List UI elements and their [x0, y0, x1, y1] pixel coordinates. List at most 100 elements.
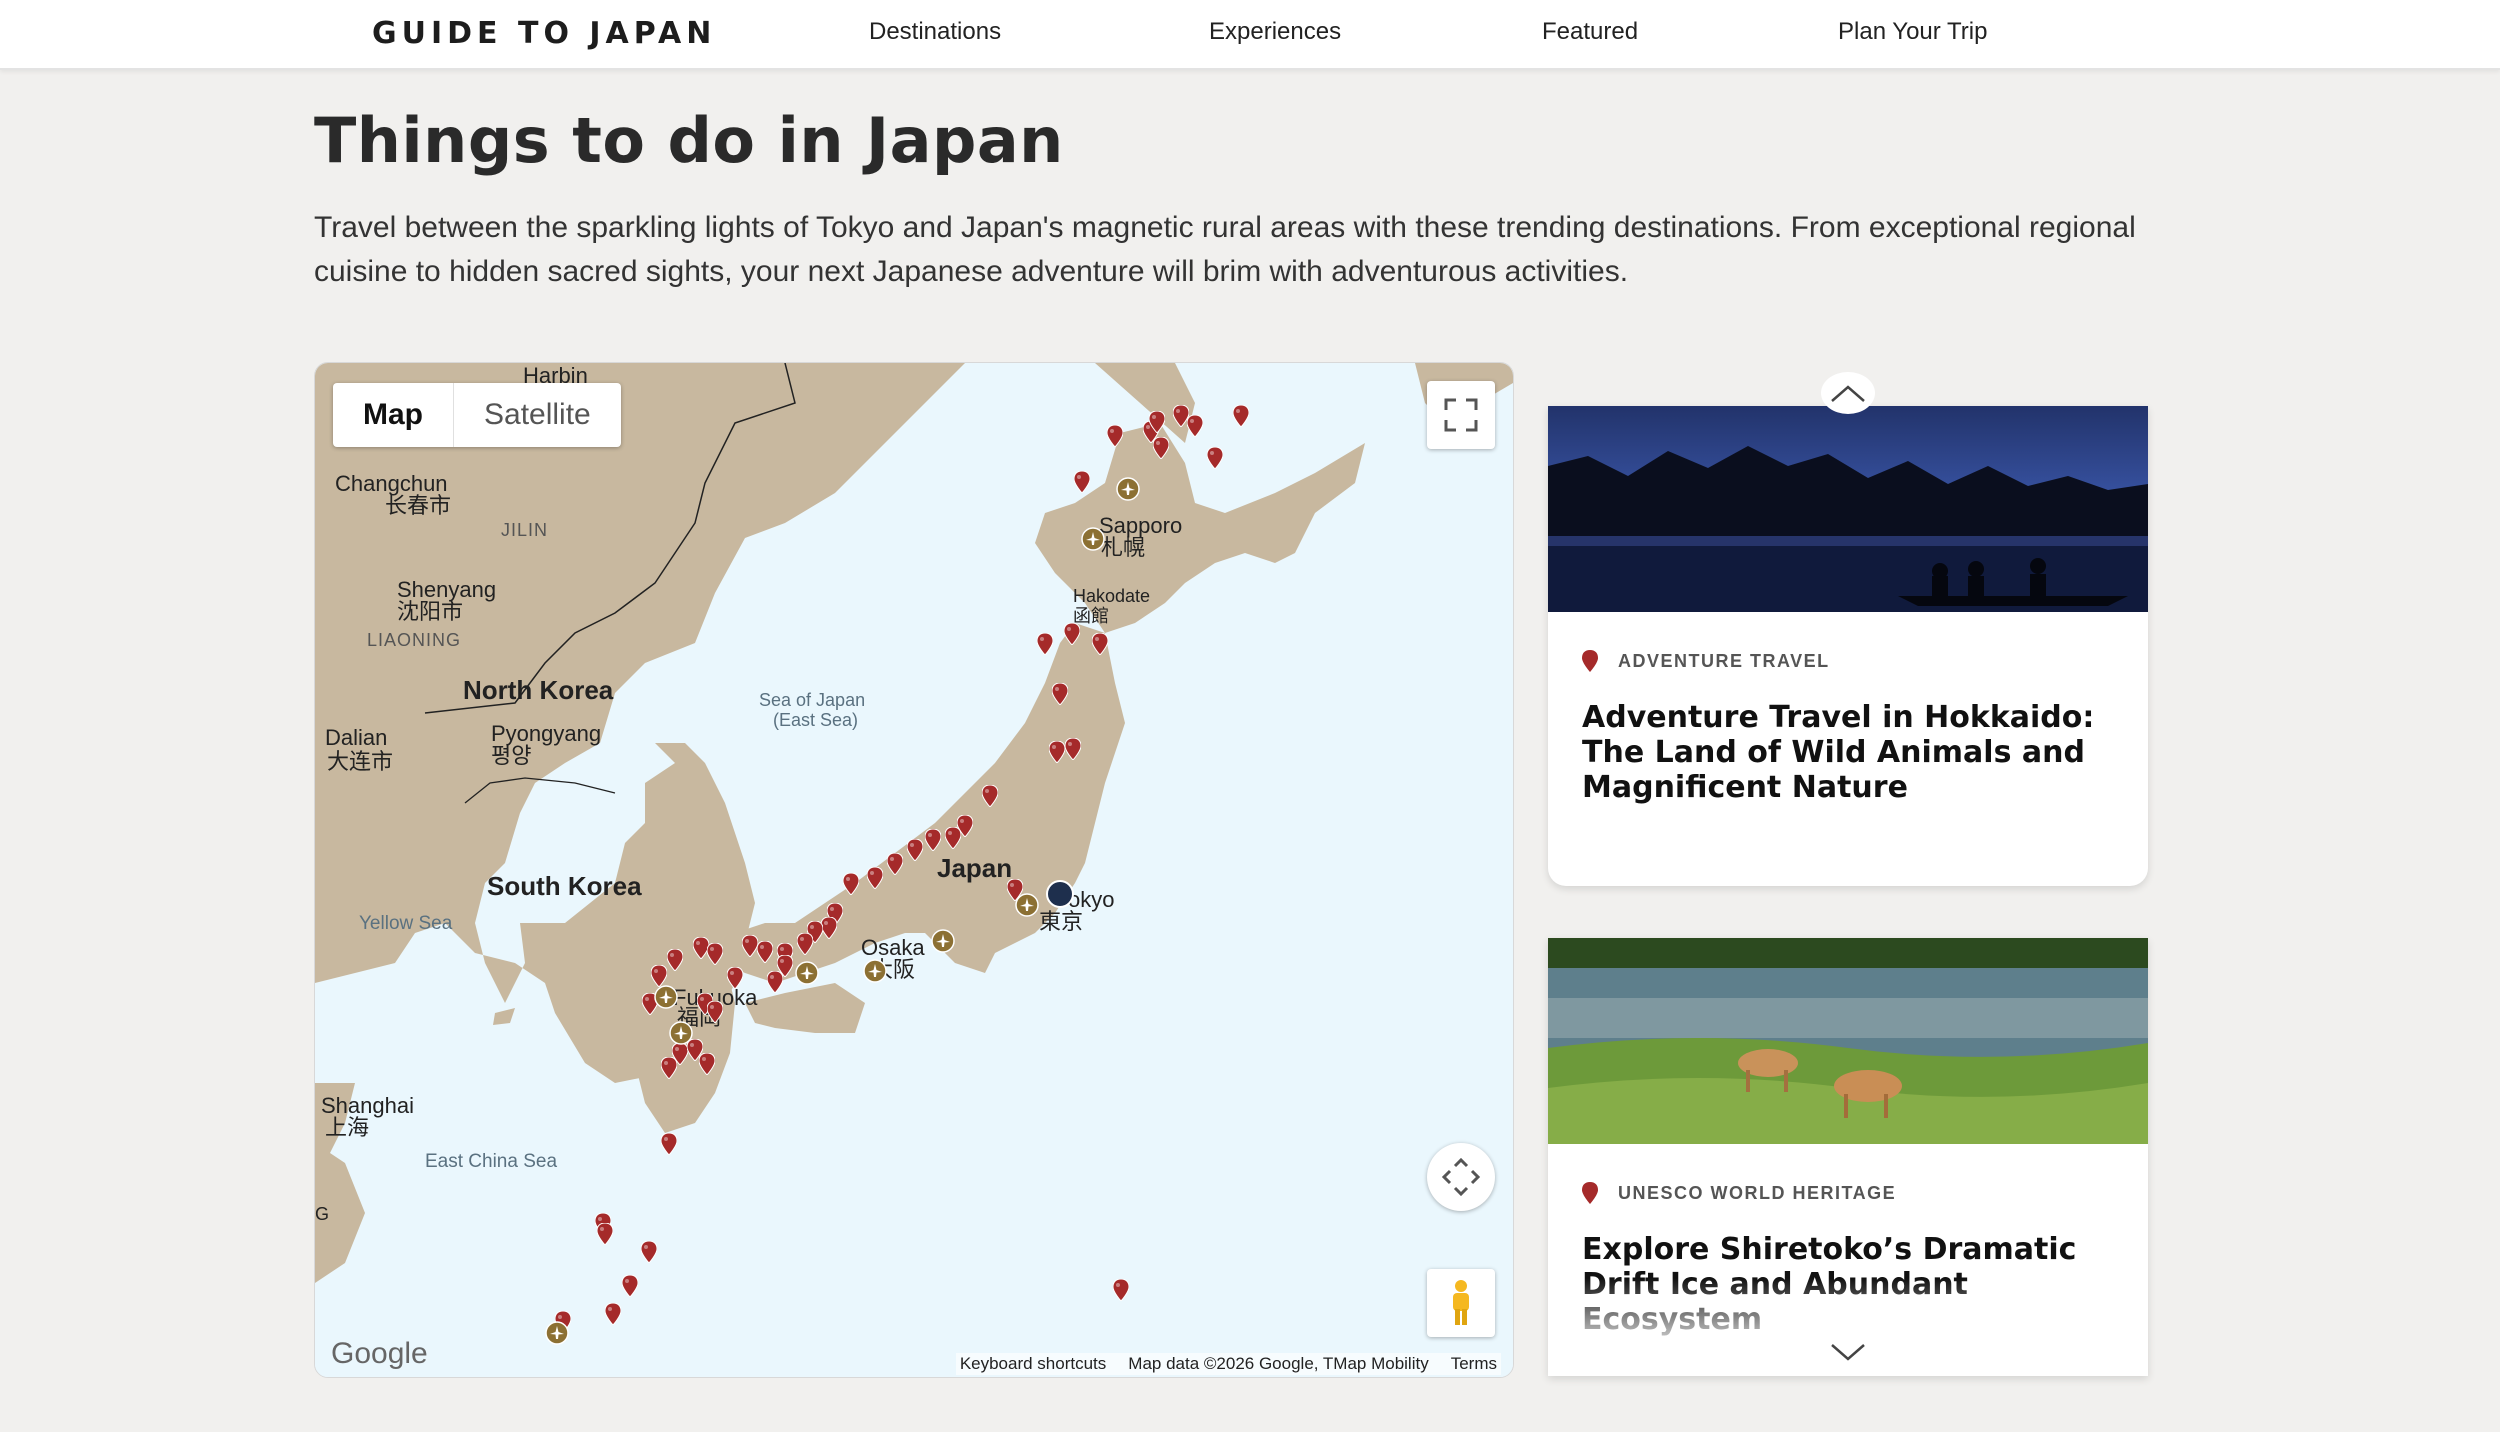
keyboard-shortcuts-link[interactable]: Keyboard shortcuts [960, 1354, 1106, 1374]
airport-marker[interactable] [863, 959, 887, 983]
map-type-satellite-button[interactable]: Satellite [454, 383, 621, 447]
map-marker[interactable] [766, 970, 784, 994]
article-card[interactable]: UNESCO WORLD HERITAGE Explore Shiretoko’… [1548, 938, 2148, 1376]
airport-marker[interactable] [669, 1021, 693, 1045]
terms-link[interactable]: Terms [1451, 1354, 1497, 1374]
map-label-edge-g: G [315, 1204, 330, 1224]
map-marker[interactable] [596, 1222, 614, 1246]
map-label-east-china-sea: East China Sea [425, 1151, 558, 1172]
map-marker[interactable] [1152, 436, 1170, 460]
pegman-icon [1453, 1280, 1469, 1325]
site-logo[interactable]: GUIDE TO JAPAN [372, 10, 716, 56]
map-pin-icon [1582, 650, 1598, 672]
map-marker[interactable] [820, 916, 838, 940]
map-marker[interactable] [1073, 470, 1091, 494]
fullscreen-icon [1444, 398, 1478, 432]
map-marker[interactable] [886, 852, 904, 876]
map-marker[interactable] [706, 1000, 724, 1024]
nav-experiences[interactable]: Experiences [1209, 0, 1341, 64]
map-label-shenyang-local: 沈阳市 [397, 599, 464, 624]
map-marker[interactable] [660, 1132, 678, 1156]
card-tag-label: UNESCO WORLD HERITAGE [1618, 1182, 1897, 1203]
airport-marker[interactable] [1015, 893, 1039, 917]
map-marker[interactable] [706, 942, 724, 966]
map-marker[interactable] [1064, 737, 1082, 761]
map-label-liaoning: LIAONING [367, 630, 462, 650]
map-label-hakodate: Hakodate [1073, 586, 1151, 606]
airport-marker[interactable] [1081, 527, 1105, 551]
map-type-control: Map Satellite [333, 383, 621, 447]
map-label-yellow-sea: Yellow Sea [359, 913, 453, 934]
nav-experiences-label: Experiences [1209, 18, 1342, 45]
map-marker[interactable] [1106, 424, 1124, 448]
street-view-button[interactable] [1427, 1269, 1495, 1337]
map-marker[interactable] [756, 940, 774, 964]
nav-destinations[interactable]: Destinations [869, 0, 1001, 64]
map-marker[interactable] [1091, 632, 1109, 656]
map-label-pyongyang: Pyongyang [491, 721, 602, 746]
map-marker[interactable] [698, 1052, 716, 1076]
map-marker[interactable] [604, 1302, 622, 1326]
pan-arrows-icon [1441, 1157, 1481, 1197]
map-marker[interactable] [1112, 1278, 1130, 1302]
map-marker[interactable] [650, 964, 668, 988]
map-label-changchun-local: 长春市 [385, 493, 452, 518]
map-widget[interactable]: Harbin Changchun 长春市 JILIN Shenyang 沈阳市 … [314, 362, 1514, 1378]
map-marker[interactable] [1063, 622, 1081, 646]
map-marker[interactable] [866, 866, 884, 890]
map-marker[interactable] [1232, 404, 1250, 428]
article-card[interactable]: ADVENTURE TRAVEL Adventure Travel in Hok… [1548, 406, 2148, 886]
nav-plan-your-trip-label: Plan Your Trip [1838, 18, 1988, 45]
card-title[interactable]: Adventure Travel in Hokkaido: The Land o… [1582, 700, 2122, 805]
map-marker[interactable] [842, 872, 860, 896]
google-logo: Google [331, 1337, 428, 1370]
map-label-dalian-local: 大连市 [327, 749, 394, 774]
nav-featured[interactable]: Featured [1542, 0, 1638, 64]
map-attribution: Keyboard shortcuts Map data ©2026 Google… [955, 1353, 1501, 1375]
map-label-sea-of-japan: Sea of Japan [759, 690, 866, 710]
airport-marker[interactable] [931, 929, 955, 953]
map-marker[interactable] [1051, 682, 1069, 706]
map-marker[interactable] [1036, 632, 1054, 656]
map-label-shanghai: Shanghai [321, 1093, 414, 1118]
card-tag: UNESCO WORLD HERITAGE [1582, 1182, 1896, 1204]
page-title: Things to do in Japan [314, 104, 1064, 177]
map-marker[interactable] [640, 1240, 658, 1264]
map-label-japan: Japan [937, 853, 1013, 883]
map-marker[interactable] [944, 826, 962, 850]
map-label-south-korea: South Korea [487, 871, 642, 901]
map-marker[interactable] [741, 934, 759, 958]
map-canvas[interactable] [315, 363, 1513, 1377]
map-marker[interactable] [1206, 446, 1224, 470]
airport-marker[interactable] [795, 961, 819, 985]
map-marker[interactable] [660, 1056, 678, 1080]
chevron-down-icon [1831, 1344, 1865, 1361]
map-marker[interactable] [906, 838, 924, 862]
map-marker[interactable] [726, 966, 744, 990]
map-type-map-button[interactable]: Map [333, 383, 454, 447]
carousel-down-button[interactable] [1821, 1332, 1875, 1374]
map-marker[interactable] [981, 784, 999, 808]
map-label-sea-of-japan-alt: (East Sea) [773, 710, 859, 730]
map-label-shanghai-local: 上海 [325, 1115, 370, 1140]
map-marker[interactable] [1186, 414, 1204, 438]
map-label-jilin: JILIN [501, 520, 549, 540]
airport-marker[interactable] [1116, 477, 1140, 501]
tokyo-marker[interactable] [1045, 879, 1075, 909]
site-header: GUIDE TO JAPAN Destinations Experiences … [0, 0, 2500, 70]
map-marker[interactable] [1148, 410, 1166, 434]
carousel-up-button[interactable] [1821, 372, 1875, 414]
map-marker[interactable] [1172, 404, 1190, 428]
nav-plan-your-trip[interactable]: Plan Your Trip [1838, 0, 1987, 64]
map-marker[interactable] [1048, 740, 1066, 764]
map-marker[interactable] [796, 932, 814, 956]
map-marker[interactable] [666, 948, 684, 972]
fullscreen-button[interactable] [1427, 381, 1495, 449]
airport-marker[interactable] [545, 1321, 569, 1345]
airport-marker[interactable] [654, 985, 678, 1009]
map-data-text: Map data ©2026 Google, TMap Mobility [1128, 1354, 1429, 1373]
map-marker[interactable] [924, 828, 942, 852]
camera-control-button[interactable] [1427, 1143, 1495, 1211]
map-marker[interactable] [621, 1274, 639, 1298]
map-label-shenyang: Shenyang [397, 577, 497, 602]
